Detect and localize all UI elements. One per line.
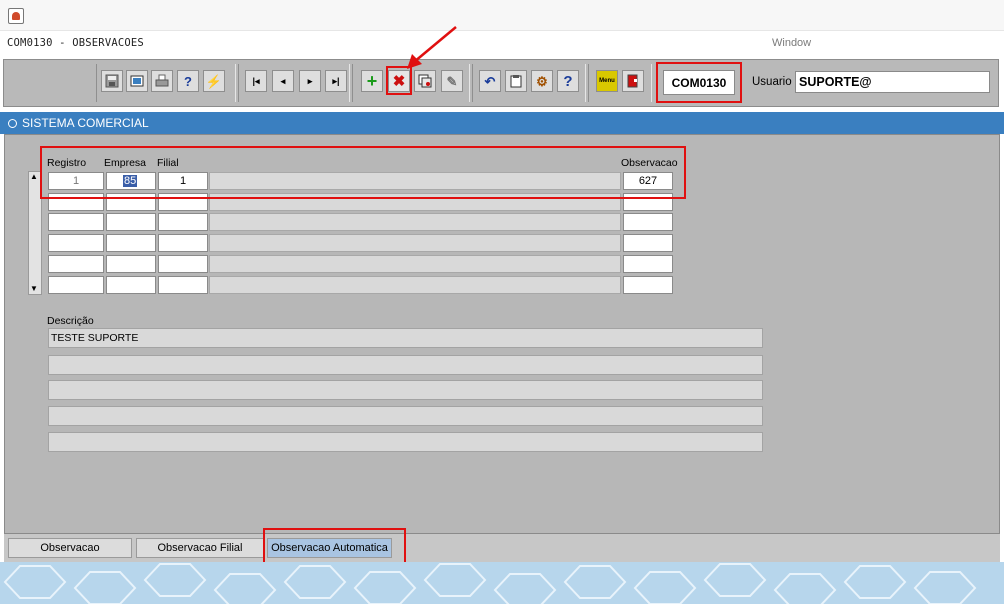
first-record-button[interactable]: |◂ (245, 70, 267, 92)
clipboard-icon (510, 75, 522, 88)
table-cell-filler (209, 234, 621, 252)
last-record-icon: ▸| (332, 75, 340, 86)
table-cell-observacao[interactable] (623, 213, 673, 231)
print-button[interactable] (151, 70, 173, 92)
table-cell-filler (209, 213, 621, 231)
table-cell-registro[interactable] (48, 276, 104, 294)
insert-record-button[interactable]: + (361, 70, 383, 92)
print-preview-button[interactable] (126, 70, 148, 92)
tab-observacao[interactable]: Observacao (8, 538, 132, 558)
description-label: Descrição (47, 315, 94, 327)
scroll-up-icon[interactable]: ▲ (30, 173, 38, 181)
last-record-button[interactable]: ▸| (325, 70, 347, 92)
exit-button[interactable] (622, 70, 644, 92)
save-icon (105, 74, 119, 88)
menu-button[interactable]: Menu (596, 70, 618, 92)
help-button[interactable]: ? (557, 70, 579, 92)
description-line[interactable] (48, 432, 763, 452)
next-record-icon: ▸ (307, 75, 313, 86)
table-cell-filler (209, 276, 621, 294)
edit-query-button[interactable]: ⚡ (203, 70, 225, 92)
table-cell-observacao[interactable] (623, 276, 673, 294)
print-preview-icon (130, 75, 144, 87)
tools-icon: ⚙ (536, 73, 548, 89)
description-line[interactable] (48, 406, 763, 426)
table-cell-observacao[interactable] (623, 234, 673, 252)
table-cell-filler (209, 255, 621, 273)
description-line[interactable] (48, 380, 763, 400)
query-button[interactable]: ? (177, 70, 199, 92)
table-cell-registro[interactable] (48, 213, 104, 231)
highlight-active-tab (263, 528, 406, 565)
tab-observacao-filial[interactable]: Observacao Filial (136, 538, 264, 558)
highlight-grid-row (40, 146, 686, 199)
exit-icon (627, 74, 638, 88)
user-label: Usuario (752, 76, 792, 88)
print-icon (155, 74, 169, 87)
system-title-bar (0, 112, 1004, 134)
description-line[interactable] (48, 355, 763, 375)
window-title-bar (0, 0, 1004, 31)
tools-button[interactable]: ⚙ (531, 70, 553, 92)
table-cell-observacao[interactable] (623, 255, 673, 273)
table-cell-registro[interactable] (48, 255, 104, 273)
clipboard-button[interactable] (505, 70, 527, 92)
previous-record-icon: ◂ (280, 75, 286, 86)
next-record-button[interactable]: ▸ (299, 70, 321, 92)
table-cell-empresa[interactable] (106, 255, 156, 273)
edit-query-icon: ⚡ (205, 73, 223, 89)
first-record-icon: |◂ (252, 75, 260, 86)
table-cell-empresa[interactable] (106, 234, 156, 252)
save-button[interactable] (101, 70, 123, 92)
table-cell-filial[interactable] (158, 276, 208, 294)
user-field: SUPORTE@ (795, 71, 990, 93)
undo-button[interactable]: ↶ (479, 70, 501, 92)
previous-record-button[interactable]: ◂ (272, 70, 294, 92)
table-cell-filial[interactable] (158, 213, 208, 231)
table-cell-registro[interactable] (48, 234, 104, 252)
insert-record-icon: + (366, 71, 378, 91)
table-cell-empresa[interactable] (106, 213, 156, 231)
table-cell-filial[interactable] (158, 255, 208, 273)
form-title: COM0130 - OBSERVACOES (7, 37, 144, 49)
clear-icon: ✎ (446, 73, 458, 89)
menu-window[interactable]: Window (772, 37, 811, 49)
desktop-background (0, 562, 1004, 604)
highlight-form-code (656, 62, 742, 103)
help-icon: ? (563, 72, 573, 90)
undo-icon: ↶ (484, 73, 496, 89)
java-app-icon (8, 8, 24, 24)
menu-icon: Menu (599, 78, 615, 84)
help-query-icon: ? (184, 73, 192, 89)
menu-bar (0, 31, 1004, 57)
description-line[interactable]: TESTE SUPORTE (48, 328, 763, 348)
duplicate-record-icon (418, 74, 432, 88)
hexagon-pattern (3, 563, 977, 604)
scroll-down-icon[interactable]: ▼ (30, 285, 38, 293)
table-cell-filial[interactable] (158, 234, 208, 252)
table-cell-empresa[interactable] (106, 276, 156, 294)
system-icon (8, 119, 17, 128)
system-title: SISTEMA COMERCIAL (22, 116, 149, 130)
annotation-arrow (407, 26, 457, 69)
